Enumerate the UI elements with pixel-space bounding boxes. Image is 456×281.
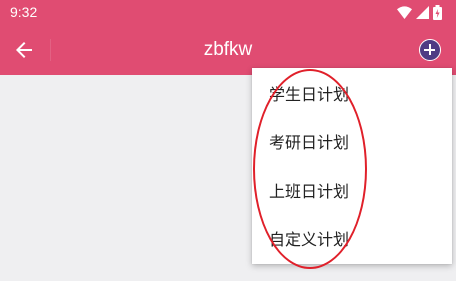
status-time: 9:32 <box>10 4 38 20</box>
wifi-icon <box>397 6 412 19</box>
battery-icon <box>433 5 442 20</box>
status-bar: 9:32 <box>0 0 456 25</box>
signal-icon <box>416 6 429 19</box>
plus-circle-icon[interactable] <box>419 39 441 61</box>
menu-item-exam-plan[interactable]: 考研日计划 <box>252 118 452 167</box>
menu-item-student-plan[interactable]: 学生日计划 <box>252 70 452 119</box>
menu-item-custom-plan[interactable]: 自定义计划 <box>252 215 452 264</box>
status-icons <box>397 5 442 20</box>
menu-item-work-plan[interactable]: 上班日计划 <box>252 167 452 216</box>
popup-menu: 学生日计划 考研日计划 上班日计划 自定义计划 <box>252 68 452 264</box>
page-title: zbfkw <box>203 39 253 60</box>
